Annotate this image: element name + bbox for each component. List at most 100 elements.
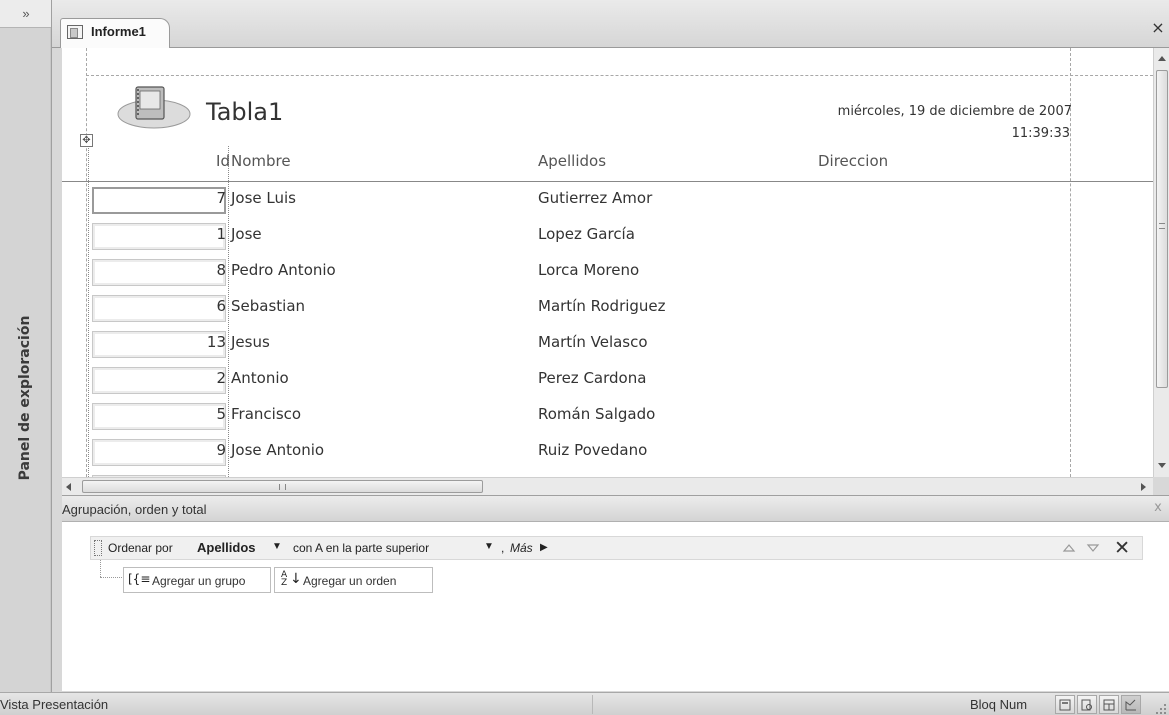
id-field-box[interactable] [92, 187, 226, 214]
table-row: 13 Jesus Martín Velasco [62, 326, 1153, 362]
expand-navigation-button[interactable]: » [6, 2, 46, 26]
report-date[interactable]: miércoles, 19 de diciembre de 2007 [838, 104, 1072, 119]
cell-apellidos[interactable]: Ruiz Povedano [538, 441, 647, 459]
print-preview-button[interactable] [1077, 695, 1097, 714]
scroll-down-arrow-icon[interactable] [1157, 462, 1167, 470]
table-row: 9 Jose Antonio Ruiz Povedano [62, 434, 1153, 470]
scroll-left-arrow-icon[interactable] [64, 482, 72, 492]
cell-id[interactable]: 1 [216, 225, 226, 243]
cell-nombre[interactable]: Francisco [231, 405, 301, 423]
column-header-nombre[interactable]: Nombre [231, 152, 291, 170]
resize-grip-icon[interactable] [1153, 701, 1167, 715]
id-field-box[interactable] [92, 439, 226, 466]
design-view-button[interactable] [1121, 695, 1141, 714]
cell-apellidos[interactable]: Lorca Moreno [538, 261, 639, 279]
move-up-icon[interactable] [1062, 542, 1076, 554]
print-preview-icon [1081, 699, 1092, 711]
cell-nombre[interactable]: Antonio [231, 369, 289, 387]
sort-prefix-label: Ordenar por [108, 541, 173, 555]
cell-nombre[interactable]: Sebastian [231, 297, 305, 315]
add-sort-button[interactable]: AZ ↓ Agregar un orden [274, 567, 433, 593]
move-down-icon[interactable] [1086, 542, 1100, 554]
cell-apellidos[interactable]: Perez Cardona [538, 369, 646, 387]
add-group-icon: [{≡ [128, 572, 151, 586]
status-view-name: Vista Presentación [0, 697, 109, 712]
cell-apellidos[interactable]: Lopez García [538, 225, 635, 243]
close-document-button[interactable]: × [1151, 20, 1165, 36]
navigation-pane: » Panel de exploración [0, 0, 52, 692]
vertical-scrollbar[interactable] [1153, 48, 1169, 477]
add-group-button[interactable]: [{≡ Agregar un grupo [123, 567, 271, 593]
vertical-scroll-thumb[interactable] [1156, 70, 1168, 388]
cell-id[interactable]: 2 [216, 369, 226, 387]
cell-id[interactable]: 5 [216, 405, 226, 423]
cell-nombre[interactable]: Pedro Antonio [231, 261, 336, 279]
cell-id[interactable]: 8 [216, 261, 226, 279]
column-header-apellidos[interactable]: Apellidos [538, 152, 606, 170]
column-header-direccion[interactable]: Direccion [818, 152, 888, 170]
horizontal-scroll-thumb[interactable] [82, 480, 483, 493]
id-field-box[interactable] [92, 295, 226, 322]
id-field-box[interactable] [92, 367, 226, 394]
grip-icon [1159, 223, 1165, 229]
layout-view-button[interactable] [1099, 695, 1119, 714]
report-title[interactable]: Tabla1 [206, 98, 283, 126]
report-view-icon [1059, 699, 1071, 711]
sort-level-row[interactable]: Ordenar por Apellidos ▼ con A en la part… [90, 536, 1143, 560]
report-view-button[interactable] [1055, 695, 1075, 714]
table-row: 6 Sebastian Martín Rodriguez [62, 290, 1153, 326]
id-field-box[interactable] [92, 223, 226, 250]
drag-handle-icon[interactable] [94, 540, 102, 556]
cell-id[interactable]: 7 [216, 189, 226, 207]
navigation-pane-header: » [0, 0, 51, 28]
tab-informe1[interactable]: Informe1 [60, 18, 170, 48]
dropdown-arrow-icon[interactable]: ▼ [484, 541, 494, 552]
group-sort-total-pane: Agrupación, orden y total x Ordenar por … [62, 495, 1169, 691]
design-view-icon [1125, 699, 1136, 711]
table-row: 8 Pedro Antonio Lorca Moreno [62, 254, 1153, 290]
report-layout-view[interactable]: Tabla1 miércoles, 19 de diciembre de 200… [62, 48, 1153, 477]
scroll-right-arrow-icon[interactable] [1140, 482, 1148, 492]
cell-nombre[interactable]: Jesus [231, 333, 270, 351]
cell-nombre[interactable]: Jose [231, 225, 262, 243]
table-row: 1 Jose Lopez García [62, 218, 1153, 254]
layout-view-icon [1103, 699, 1115, 711]
column-header-row: Id Nombre Apellidos Direccion [62, 146, 1153, 182]
table-row: 2 Antonio Perez Cardona [62, 362, 1153, 398]
cell-id[interactable]: 6 [216, 297, 226, 315]
cell-id[interactable]: 13 [207, 333, 226, 351]
cell-nombre[interactable]: Jose Antonio [231, 441, 324, 459]
cell-id[interactable]: 9 [216, 441, 226, 459]
expand-arrow-icon[interactable]: ▶ [540, 542, 548, 553]
close-group-pane-button[interactable]: x [1151, 500, 1165, 516]
table-row: 7 Jose Luis Gutierrez Amor [62, 182, 1153, 218]
navigation-pane-label: Panel de exploración [17, 315, 33, 481]
id-field-box[interactable] [92, 331, 226, 358]
report-time[interactable]: 11:39:33 [1012, 126, 1070, 141]
cell-apellidos[interactable]: Román Salgado [538, 405, 655, 423]
group-pane-title: Agrupación, orden y total [62, 502, 207, 517]
sort-order-dropdown[interactable]: con A en la parte superior [293, 541, 429, 555]
status-bar: Vista Presentación Bloq Num [0, 692, 1169, 715]
horizontal-scrollbar[interactable] [62, 477, 1153, 495]
id-field-box[interactable] [92, 403, 226, 430]
more-options-link[interactable]: Más [510, 541, 533, 555]
table-row: 5 Francisco Román Salgado [62, 398, 1153, 434]
column-header-id[interactable]: Id [216, 152, 230, 170]
id-field-box[interactable] [92, 259, 226, 286]
tree-connector [100, 577, 124, 578]
dropdown-arrow-icon[interactable]: ▼ [272, 541, 282, 552]
add-sort-label: Agregar un orden [303, 574, 397, 588]
navigation-pane-collapsed-bar[interactable]: Panel de exploración [0, 28, 51, 692]
cell-apellidos[interactable]: Martín Velasco [538, 333, 648, 351]
cell-apellidos[interactable]: Martín Rodriguez [538, 297, 666, 315]
delete-sort-button[interactable]: ✕ [1114, 537, 1130, 559]
document-tab-bar: Informe1 × [52, 0, 1169, 48]
sort-field-dropdown[interactable]: Apellidos [197, 540, 256, 555]
cell-apellidos[interactable]: Gutierrez Amor [538, 189, 652, 207]
scroll-up-arrow-icon[interactable] [1157, 54, 1167, 62]
num-lock-indicator: Bloq Num [970, 697, 1028, 712]
access-window: » Panel de exploración Informe1 × Tabla1… [0, 0, 1169, 715]
report-logo-icon[interactable] [114, 84, 192, 130]
cell-nombre[interactable]: Jose Luis [231, 189, 296, 207]
